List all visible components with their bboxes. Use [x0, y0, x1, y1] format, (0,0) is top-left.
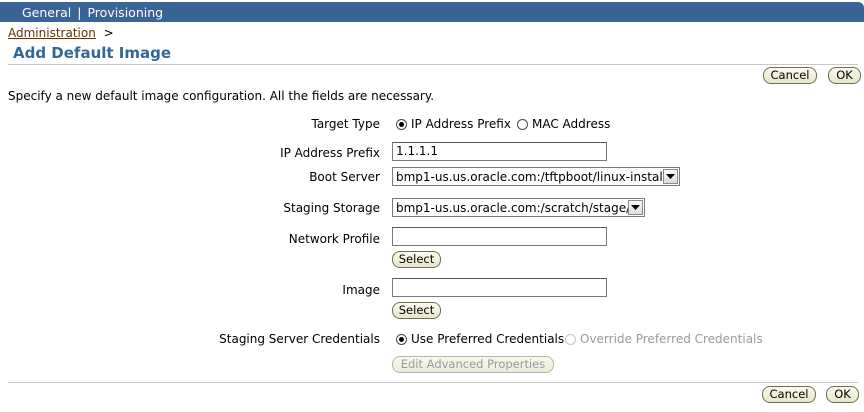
- radio-override-preferred-credentials-label: Override Preferred Credentials: [580, 332, 763, 346]
- ip-address-prefix-label: IP Address Prefix: [280, 146, 380, 160]
- radio-use-preferred-credentials[interactable]: [396, 334, 407, 345]
- network-profile-label: Network Profile: [288, 232, 380, 246]
- cancel-button-bottom[interactable]: Cancel: [762, 386, 816, 403]
- breadcrumb-link-administration[interactable]: Administration: [8, 26, 96, 40]
- image-label: Image: [342, 283, 380, 297]
- staging-storage-value: bmp1-us.us.oracle.com:/scratch/stage/: [396, 201, 631, 215]
- tab-separator: |: [77, 5, 82, 20]
- radio-mac-address[interactable]: [517, 119, 528, 130]
- network-profile-select-button[interactable]: Select: [392, 251, 441, 268]
- chevron-down-icon[interactable]: [628, 200, 643, 215]
- ok-button-bottom[interactable]: OK: [826, 386, 859, 403]
- breadcrumb: Administration >: [8, 26, 114, 40]
- radio-ip-address-prefix[interactable]: [396, 119, 407, 130]
- staging-server-credentials-label: Staging Server Credentials: [219, 332, 380, 346]
- staging-storage-label: Staging Storage: [283, 201, 380, 215]
- radio-ip-address-prefix-label[interactable]: IP Address Prefix: [411, 117, 511, 131]
- image-input[interactable]: [392, 278, 607, 297]
- ip-address-prefix-input[interactable]: 1.1.1.1: [392, 142, 607, 161]
- tab-bar: General | Provisioning: [0, 0, 864, 24]
- radio-override-preferred-credentials: [565, 334, 576, 345]
- tab-general[interactable]: General: [22, 5, 71, 20]
- edit-advanced-properties-button: Edit Advanced Properties: [392, 356, 554, 373]
- breadcrumb-separator: >: [103, 26, 114, 40]
- boot-server-select[interactable]: bmp1-us.us.oracle.com:/tftpboot/linux-in…: [392, 167, 680, 186]
- tab-bar-labels: General | Provisioning: [22, 5, 163, 20]
- chevron-down-icon[interactable]: [663, 169, 678, 184]
- page-title: Add Default Image: [13, 44, 172, 62]
- cancel-button-top[interactable]: Cancel: [763, 67, 817, 84]
- title-divider: [8, 64, 858, 65]
- network-profile-input[interactable]: [392, 227, 607, 246]
- radio-use-preferred-credentials-label[interactable]: Use Preferred Credentials: [411, 332, 564, 346]
- boot-server-label: Boot Server: [309, 170, 380, 184]
- tab-provisioning[interactable]: Provisioning: [87, 5, 163, 20]
- instructions-text: Specify a new default image configuratio…: [8, 89, 435, 103]
- boot-server-value: bmp1-us.us.oracle.com:/tftpboot/linux-in…: [396, 170, 671, 184]
- radio-mac-address-label[interactable]: MAC Address: [532, 117, 610, 131]
- ok-button-top[interactable]: OK: [828, 67, 861, 84]
- target-type-label: Target Type: [311, 117, 380, 131]
- bottom-divider: [8, 382, 858, 383]
- staging-storage-select[interactable]: bmp1-us.us.oracle.com:/scratch/stage/: [392, 198, 645, 217]
- image-select-button[interactable]: Select: [392, 302, 441, 319]
